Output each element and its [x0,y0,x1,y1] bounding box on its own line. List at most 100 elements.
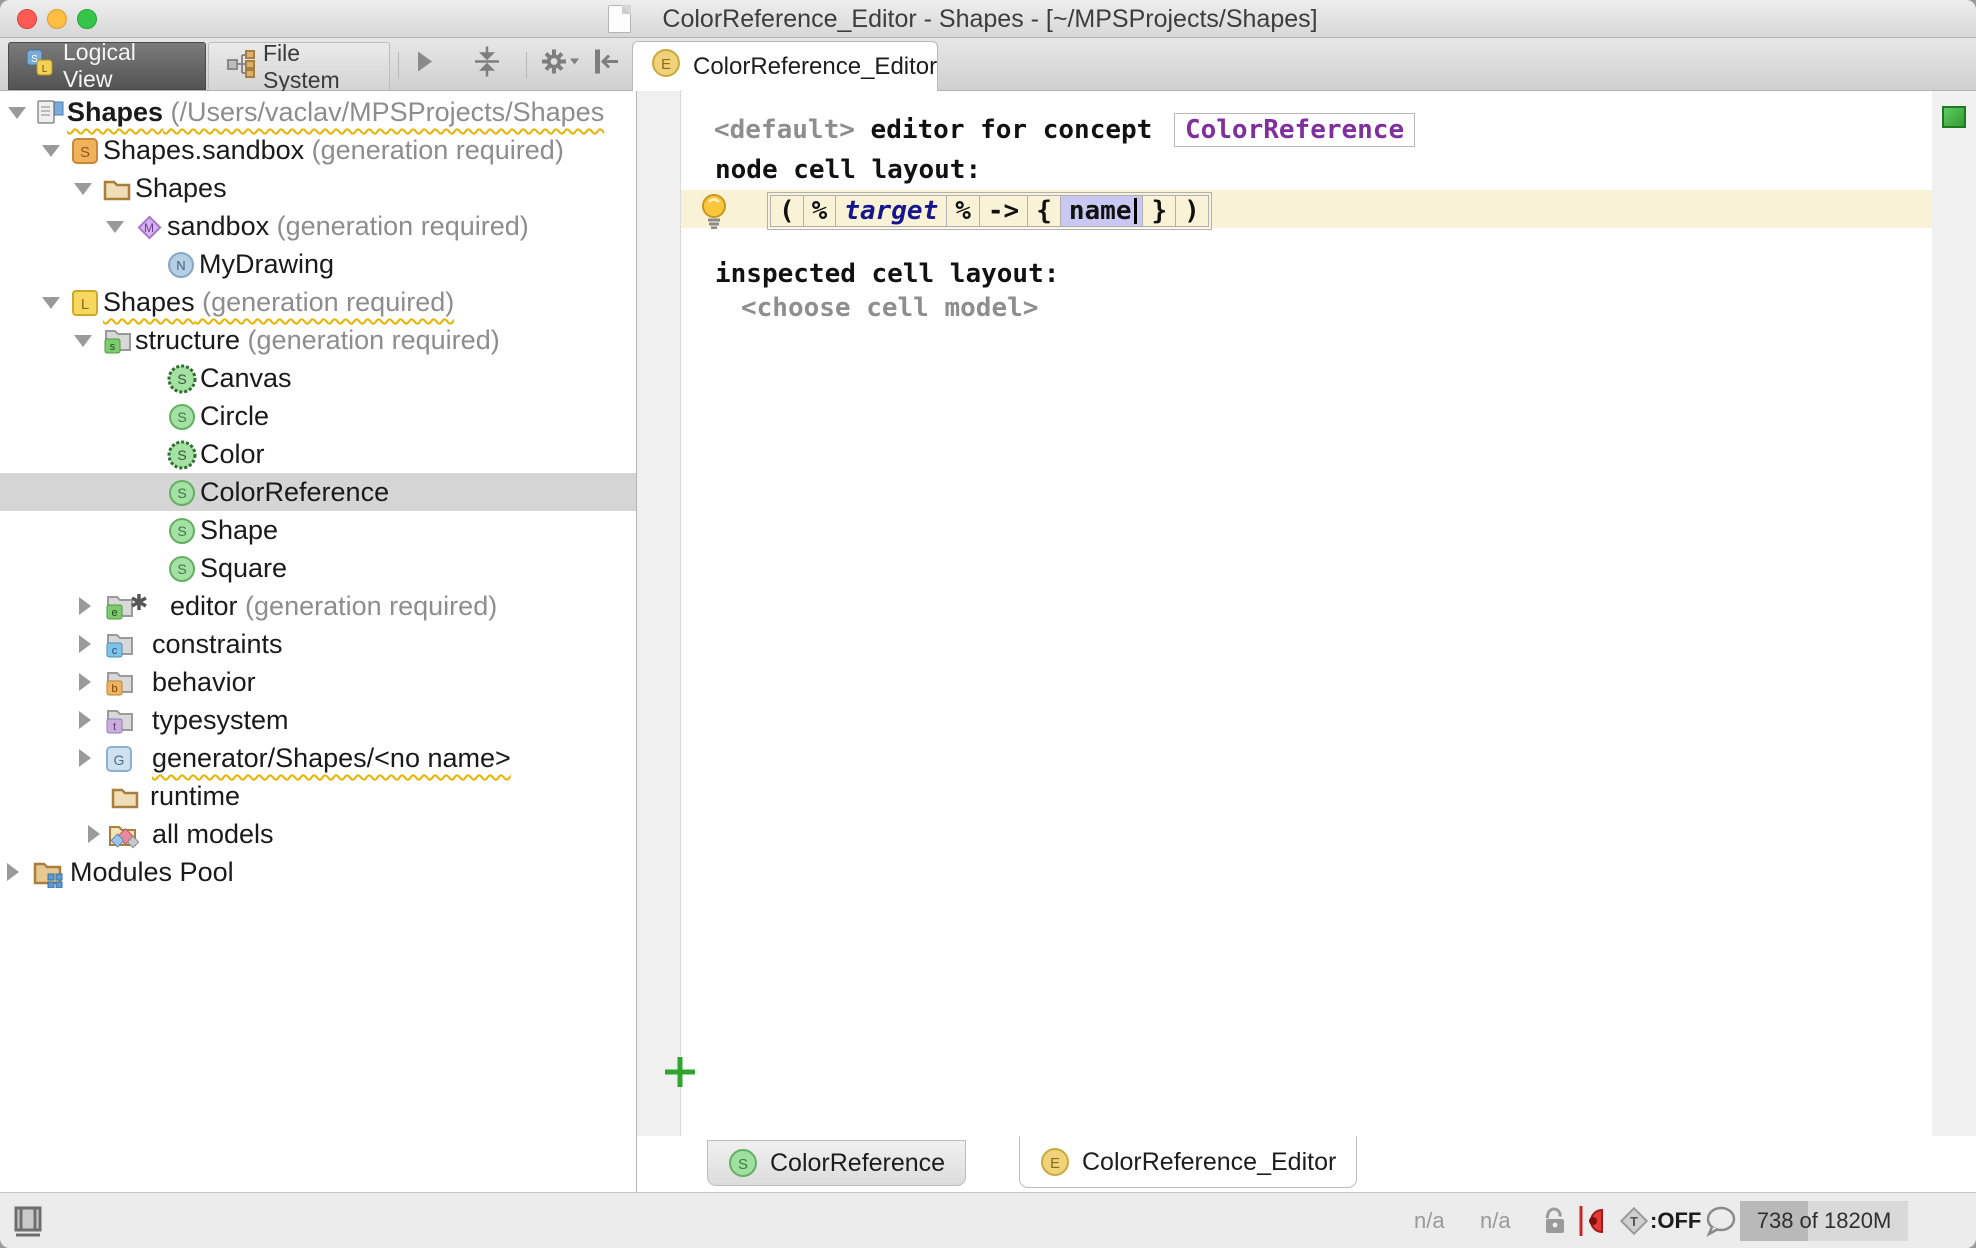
folder-behavior-icon: b [104,668,132,696]
tree-row-behavior[interactable]: b behavior [0,663,636,701]
editor-cell[interactable]: target [835,195,947,227]
titlebar: ColorReference_Editor - Shapes - [~/MPSP… [0,0,1976,38]
editor-aspect-icon: E [651,48,681,85]
tree-item-label: Shapes [103,287,195,317]
cell-layout-row[interactable]: (%target%->{name}) [767,192,1212,230]
tree-row-generator-shapes-no-name-[interactable]: Ggenerator/Shapes/<no name> [0,739,636,777]
tree-row-editor[interactable]: e✱editor (generation required) [0,587,636,625]
svg-text:S: S [738,1156,748,1173]
t-diamond-icon[interactable]: T [1618,1193,1650,1248]
svg-text:b: b [111,683,117,695]
svg-text:t: t [113,721,116,733]
tree-row-modules-pool[interactable]: Modules Pool [0,853,636,891]
tree-row-runtime[interactable]: runtime [0,777,636,815]
concept-reference-cell[interactable]: ColorReference [1174,113,1415,147]
chevron-right-icon[interactable] [85,815,105,853]
add-tab-button[interactable] [663,1055,697,1089]
svg-text:E: E [661,56,671,73]
tree-row-colorreference[interactable]: S ColorReference [0,473,636,511]
node-icon: N [166,250,194,278]
editor-cell[interactable]: { [1027,195,1061,227]
tree-row-shapes[interactable]: Shapes [0,169,636,207]
chevron-right-icon[interactable] [4,853,24,891]
chevron-down-icon[interactable] [74,321,94,359]
no-errors-green-square[interactable] [1942,106,1966,128]
chevron-right-icon[interactable] [76,701,96,739]
expand-icon[interactable] [414,49,436,80]
folder-constraints-icon: c [104,630,132,658]
editor-cell[interactable]: -> [979,195,1028,227]
tree-row-all-models[interactable]: all models [0,815,636,853]
tree-item-label: runtime [150,781,240,811]
tree-row-shape[interactable]: SShape [0,511,636,549]
lightbulb-icon[interactable] [697,193,731,236]
concept-dashed-icon: S [167,364,195,392]
folder-models-icon [107,820,135,848]
model-icon: M [134,212,162,240]
project-tree: Shapes (/Users/vaclav/MPSProjects/Shapes… [0,91,636,1192]
hide-panel-icon[interactable] [592,48,620,81]
tab-colorreference-editor[interactable]: E ColorReference_Editor [632,41,938,91]
selected-cell-name[interactable]: name [1060,195,1144,227]
typesystem-status[interactable]: :OFF [1650,1193,1701,1248]
tree-row-canvas[interactable]: SCanvas [0,359,636,397]
chevron-down-icon[interactable] [106,207,126,245]
editor-header-line[interactable]: <default> editor for concept ColorRefere… [714,113,1415,147]
chevron-down-icon[interactable] [42,283,62,321]
language-icon: L [70,288,98,316]
concept-tab-icon: S [728,1148,758,1178]
tab-file-system[interactable]: File System [208,42,390,90]
chevron-down-icon[interactable] [8,93,28,131]
settings-gear-icon[interactable] [540,47,580,82]
zoom-button[interactable] [77,9,97,29]
toolwindow-toggle-icon[interactable] [12,1193,44,1248]
chevron-down-icon[interactable] [42,131,62,169]
tree-row-shapes-sandbox[interactable]: SShapes.sandbox (generation required) [0,131,636,169]
tree-item-label: sandbox [167,211,269,241]
tree-row-structure[interactable]: sstructure (generation required) [0,321,636,359]
collapse-all-icon[interactable] [472,46,502,83]
svg-text:M: M [144,221,154,235]
tree-item-label: Shapes [135,173,227,203]
tree-item-label: behavior [152,667,256,697]
svg-text:S: S [177,523,186,539]
highlighting-red-icon[interactable] [1576,1193,1608,1248]
svg-text:S: S [177,561,186,577]
tree-row-square[interactable]: SSquare [0,549,636,587]
concept-icon: S [167,554,195,582]
close-button[interactable] [17,9,37,29]
editor-cell[interactable]: ( [770,195,804,227]
chevron-down-icon[interactable] [74,169,94,207]
tree-item-label: Shapes [67,97,163,127]
tree-item-label: ColorReference [200,477,389,507]
svg-text:S: S [177,485,186,501]
editor-cell[interactable]: } [1142,195,1176,227]
unlocked-padlock-icon[interactable] [1542,1193,1568,1248]
editor-cell[interactable]: ) [1175,195,1209,227]
tab-logical-view[interactable]: SL Logical View [8,42,206,90]
tree-row-constraints[interactable]: cconstraints [0,625,636,663]
minimize-button[interactable] [47,9,67,29]
tree-row-shapes[interactable]: LShapes (generation required) [0,283,636,321]
tree-row-typesystem[interactable]: ttypesystem [0,701,636,739]
tree-row-color[interactable]: SColor [0,435,636,473]
error-stripe [1932,91,1976,1136]
bottom-tab-colorreference[interactable]: SColorReference [707,1140,966,1186]
chevron-right-icon[interactable] [76,739,96,777]
tree-row-sandbox[interactable]: Msandbox (generation required) [0,207,636,245]
chevron-right-icon[interactable] [76,587,96,625]
speech-bubble-icon[interactable] [1704,1193,1738,1248]
svg-text:E: E [1050,1155,1060,1172]
choose-cell-model-cell[interactable]: <choose cell model> [741,293,1038,323]
editor-cell[interactable]: % [946,195,980,227]
tree-row-mydrawing[interactable]: NMyDrawing [0,245,636,283]
tree-item-suffix: (generation required) [238,591,498,621]
editor-cell[interactable]: % [803,195,837,227]
chevron-right-icon[interactable] [76,663,96,701]
tree-row-shapes[interactable]: Shapes (/Users/vaclav/MPSProjects/Shapes [0,93,636,131]
svg-text:c: c [112,645,118,657]
tree-row-circle[interactable]: SCircle [0,397,636,435]
bottom-tab-colorreference_editor[interactable]: EColorReference_Editor [1019,1136,1357,1188]
chevron-right-icon[interactable] [76,625,96,663]
memory-indicator[interactable]: 738 of 1820M [1740,1201,1908,1241]
